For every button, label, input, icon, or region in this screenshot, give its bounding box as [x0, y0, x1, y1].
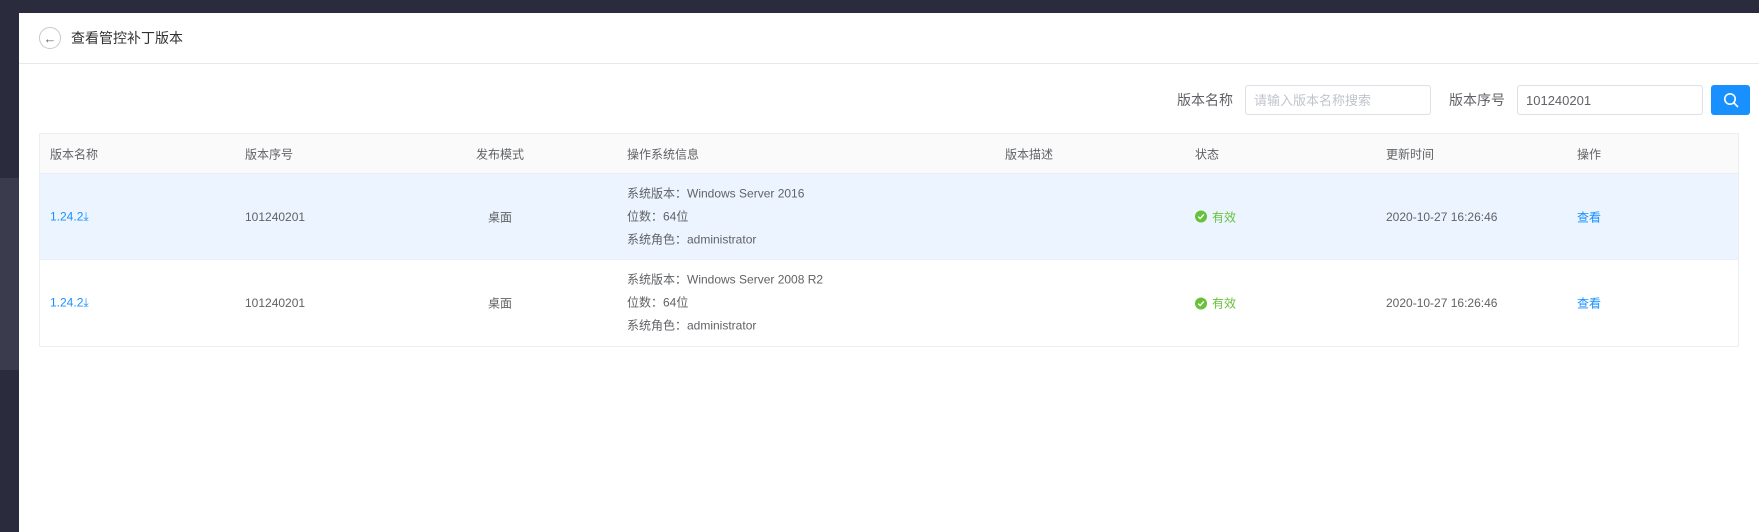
col-header-desc: 版本描述	[1005, 147, 1054, 161]
version-name-link[interactable]: 1.24.2⤓	[50, 209, 89, 224]
patch-version-table: 版本名称 版本序号 发布模式 操作系统信息 版本描述 状态 更新时间 操作 1.…	[39, 133, 1739, 347]
os-role: 系统角色：administrator	[627, 232, 757, 246]
search-icon	[1723, 93, 1738, 108]
main-panel: ← 查看管控补丁版本 版本名称 版本序号 版本名称 版本序号 发布模式 操作系统…	[19, 13, 1759, 532]
version-name-input[interactable]	[1245, 85, 1431, 115]
release-mode: 桌面	[487, 210, 512, 224]
updated-time: 2020-10-27 16:26:46	[1386, 296, 1498, 310]
col-header-name: 版本名称	[50, 147, 99, 161]
col-header-seq: 版本序号	[245, 147, 294, 161]
table-row: 1.24.2⤓ 101240201 桌面 系统版本：Windows Server…	[40, 174, 1738, 260]
search-bar: 版本名称 版本序号	[1177, 85, 1750, 115]
sidebar-edge	[0, 178, 19, 370]
page-title: 查看管控补丁版本	[71, 30, 183, 46]
os-version: 系统版本：Windows Server 2016	[627, 186, 805, 200]
os-version: 系统版本：Windows Server 2008 R2	[627, 272, 824, 287]
os-info: 系统版本：Windows Server 2008 R2 位数：64位 系统角色：…	[627, 269, 823, 338]
table-row: 1.24.2⤓ 101240201 桌面 系统版本：Windows Server…	[40, 260, 1738, 346]
col-header-updated: 更新时间	[1386, 147, 1435, 161]
download-icon: ⤓	[83, 295, 89, 310]
col-header-os: 操作系统信息	[627, 147, 700, 161]
os-info: 系统版本：Windows Server 2016 位数：64位 系统角色：adm…	[627, 182, 804, 251]
version-seq-input[interactable]	[1517, 85, 1703, 115]
version-name-label: 版本名称	[1177, 92, 1233, 108]
release-mode: 桌面	[487, 296, 512, 311]
download-icon: ⤓	[83, 209, 89, 223]
version-seq: 101240201	[245, 296, 306, 310]
view-link[interactable]: 查看	[1577, 295, 1601, 312]
page-header: ← 查看管控补丁版本	[19, 13, 1759, 64]
back-button[interactable]: ←	[39, 27, 61, 49]
search-button[interactable]	[1711, 85, 1750, 115]
view-link[interactable]: 查看	[1577, 208, 1601, 225]
version-seq-label: 版本序号	[1449, 92, 1505, 108]
check-circle-icon	[1195, 297, 1207, 309]
os-role: 系统角色：administrator	[627, 318, 757, 333]
col-header-action: 操作	[1577, 147, 1602, 161]
status-badge: 有效	[1195, 295, 1236, 312]
status-badge: 有效	[1195, 208, 1236, 225]
col-header-mode: 发布模式	[475, 147, 524, 161]
arrow-left-icon: ←	[43, 30, 57, 46]
os-bits: 位数：64位	[627, 295, 689, 310]
table-header: 版本名称 版本序号 发布模式 操作系统信息 版本描述 状态 更新时间 操作	[40, 134, 1738, 174]
col-header-status: 状态	[1195, 147, 1220, 161]
version-name-link[interactable]: 1.24.2⤓	[50, 296, 89, 311]
check-circle-icon	[1195, 210, 1207, 223]
updated-time: 2020-10-27 16:26:46	[1386, 209, 1498, 224]
version-seq: 101240201	[245, 209, 306, 224]
os-bits: 位数：64位	[627, 209, 689, 223]
